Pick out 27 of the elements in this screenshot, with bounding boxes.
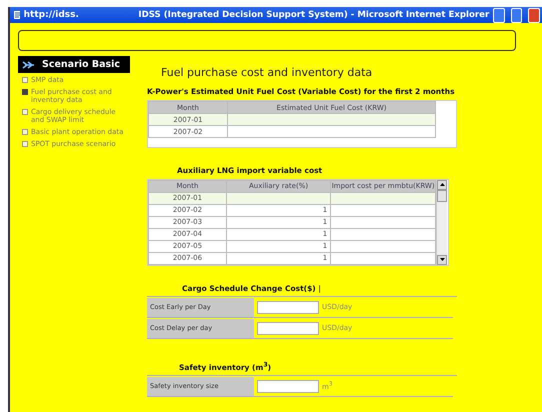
minimize-button[interactable] <box>493 8 505 22</box>
input-cell[interactable] <box>330 252 436 264</box>
window-address: http://idss. <box>24 10 80 20</box>
sidebar-title: Scenario Basic <box>42 59 120 70</box>
input-cell[interactable] <box>330 192 436 204</box>
page-title: Fuel purchase cost and inventory data <box>161 66 374 79</box>
close-button[interactable] <box>528 8 540 22</box>
input-cell[interactable] <box>330 240 436 252</box>
scroll-up-button[interactable] <box>437 180 447 190</box>
input-field[interactable] <box>257 300 319 314</box>
scroll-thumb[interactable] <box>437 190 447 202</box>
input-cell[interactable] <box>330 228 436 240</box>
double-arrow-icon <box>22 60 36 68</box>
window-title: IDSS (Integrated Decision Support System) - Microsoft Internet Explorer <box>138 10 490 20</box>
input-cell[interactable] <box>228 114 436 126</box>
input-field[interactable] <box>257 380 319 392</box>
up-arrow-icon <box>440 183 444 186</box>
input-cell[interactable] <box>228 126 436 138</box>
input-field[interactable] <box>257 322 319 335</box>
input-cell[interactable] <box>330 204 436 216</box>
down-arrow-icon <box>440 258 444 262</box>
scroll-down-button[interactable] <box>437 254 447 265</box>
scrollbar[interactable] <box>436 180 447 265</box>
page-icon <box>13 10 20 20</box>
input-cell[interactable] <box>226 192 331 204</box>
input-cell[interactable] <box>330 216 436 228</box>
maximize-button[interactable] <box>510 8 522 22</box>
